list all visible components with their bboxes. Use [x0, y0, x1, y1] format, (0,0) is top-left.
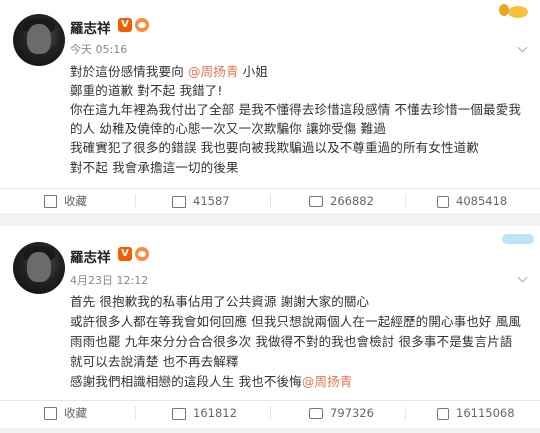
level-icon [135, 247, 149, 261]
favorite-button[interactable]: 收藏 [44, 189, 87, 213]
action-bar: 收藏 41587 266882 4085418 [0, 188, 540, 213]
comment-button[interactable]: 797326 [309, 401, 374, 425]
decoration-icon [502, 234, 534, 244]
post-separator [0, 213, 540, 226]
post-text-line: 雨雨也罷 九年來分分合合很多次 我做得不對的我也會檢討 很多事不是隻言片語 [70, 334, 513, 349]
post-text-line: 的人 幼稚及僥倖的心態一次又一次欺騙你 讓妳受傷 難過 [70, 121, 386, 136]
share-icon [172, 195, 186, 208]
favorite-label: 收藏 [64, 194, 87, 208]
verified-icon: V [118, 247, 132, 261]
post-text-line: 或許很多人都在等我會如何回應 但我只想說兩個人在一起經歷的開心事也好 風風 [70, 314, 521, 329]
like-button[interactable]: 16115068 [437, 401, 515, 425]
divider [270, 194, 271, 208]
weibo-post: 羅志祥 V 今天 05:16 對於這份感情我要向 周扬青 小姐 鄭重的道歉 對不… [0, 0, 540, 213]
post-text-line: 就可以去說清楚 也不再去解釋 [70, 354, 239, 369]
like-count: 16115068 [456, 406, 515, 420]
favorite-icon [44, 407, 57, 420]
comment-button[interactable]: 266882 [309, 189, 374, 213]
divider [405, 406, 406, 420]
post-text-line: 我確實犯了很多的錯誤 我也要向被我欺騙過以及不尊重過的所有女性道歉 [70, 140, 479, 155]
text-span: 小姐 [238, 64, 269, 79]
share-icon [172, 407, 186, 420]
post-time[interactable]: 4月23日 12:12 [70, 272, 148, 288]
comment-icon [309, 408, 323, 419]
author-name[interactable]: 羅志祥 [70, 246, 111, 266]
text-span: 感謝我們相識相戀的這段人生 我也不後悔 [70, 374, 302, 389]
share-button[interactable]: 41587 [172, 189, 230, 213]
divider [135, 194, 136, 208]
like-button[interactable]: 4085418 [437, 189, 507, 213]
post-text-line: 你在這九年裡為我付出了全部 是我不懂得去珍惜這段感情 不懂去珍惜一個最愛我 [70, 102, 521, 117]
post-text-line: 首先 很抱歉我的私事佔用了公共資源 謝謝大家的關心 [70, 294, 370, 309]
share-count: 41587 [193, 194, 230, 208]
action-bar: 收藏 161812 797326 16115068 [0, 400, 540, 425]
more-chevron-icon[interactable] [516, 44, 530, 52]
avatar[interactable] [13, 14, 65, 66]
verified-icon: V [118, 18, 132, 32]
share-count: 161812 [193, 406, 237, 420]
post-text-line: 鄭重的道歉 對不起 我錯了! [70, 83, 223, 98]
like-icon [437, 407, 449, 420]
favorite-icon [44, 195, 57, 208]
mention-link[interactable]: 周扬青 [302, 374, 353, 389]
divider [270, 406, 271, 420]
post-time[interactable]: 今天 05:16 [70, 41, 127, 57]
avatar-face [27, 24, 51, 54]
divider [135, 406, 136, 420]
mention-link[interactable]: 周扬青 [188, 64, 239, 79]
divider [405, 194, 406, 208]
text-span: 對於這份感情我要向 [70, 64, 188, 79]
avatar[interactable] [13, 242, 65, 294]
level-icon [135, 18, 149, 32]
decoration-icon [499, 4, 528, 18]
comment-count: 797326 [330, 406, 374, 420]
post-text-line: 對不起 我會承擔這一切的後果 [70, 160, 239, 175]
share-button[interactable]: 161812 [172, 401, 237, 425]
like-count: 4085418 [456, 194, 508, 208]
avatar-face [27, 252, 51, 282]
more-chevron-icon[interactable] [516, 274, 530, 282]
post-text-line: 對於這份感情我要向 周扬青 小姐 [70, 61, 268, 80]
post-text-line: 感謝我們相識相戀的這段人生 我也不後悔周扬青 [70, 371, 352, 390]
like-icon [437, 195, 449, 208]
comment-count: 266882 [330, 194, 374, 208]
comment-icon [309, 196, 323, 207]
weibo-post: 羅志祥 V 4月23日 12:12 首先 很抱歉我的私事佔用了公共資源 謝謝大家… [0, 226, 540, 428]
favorite-button[interactable]: 收藏 [44, 401, 87, 425]
favorite-label: 收藏 [64, 406, 87, 420]
author-name[interactable]: 羅志祥 [70, 17, 111, 37]
